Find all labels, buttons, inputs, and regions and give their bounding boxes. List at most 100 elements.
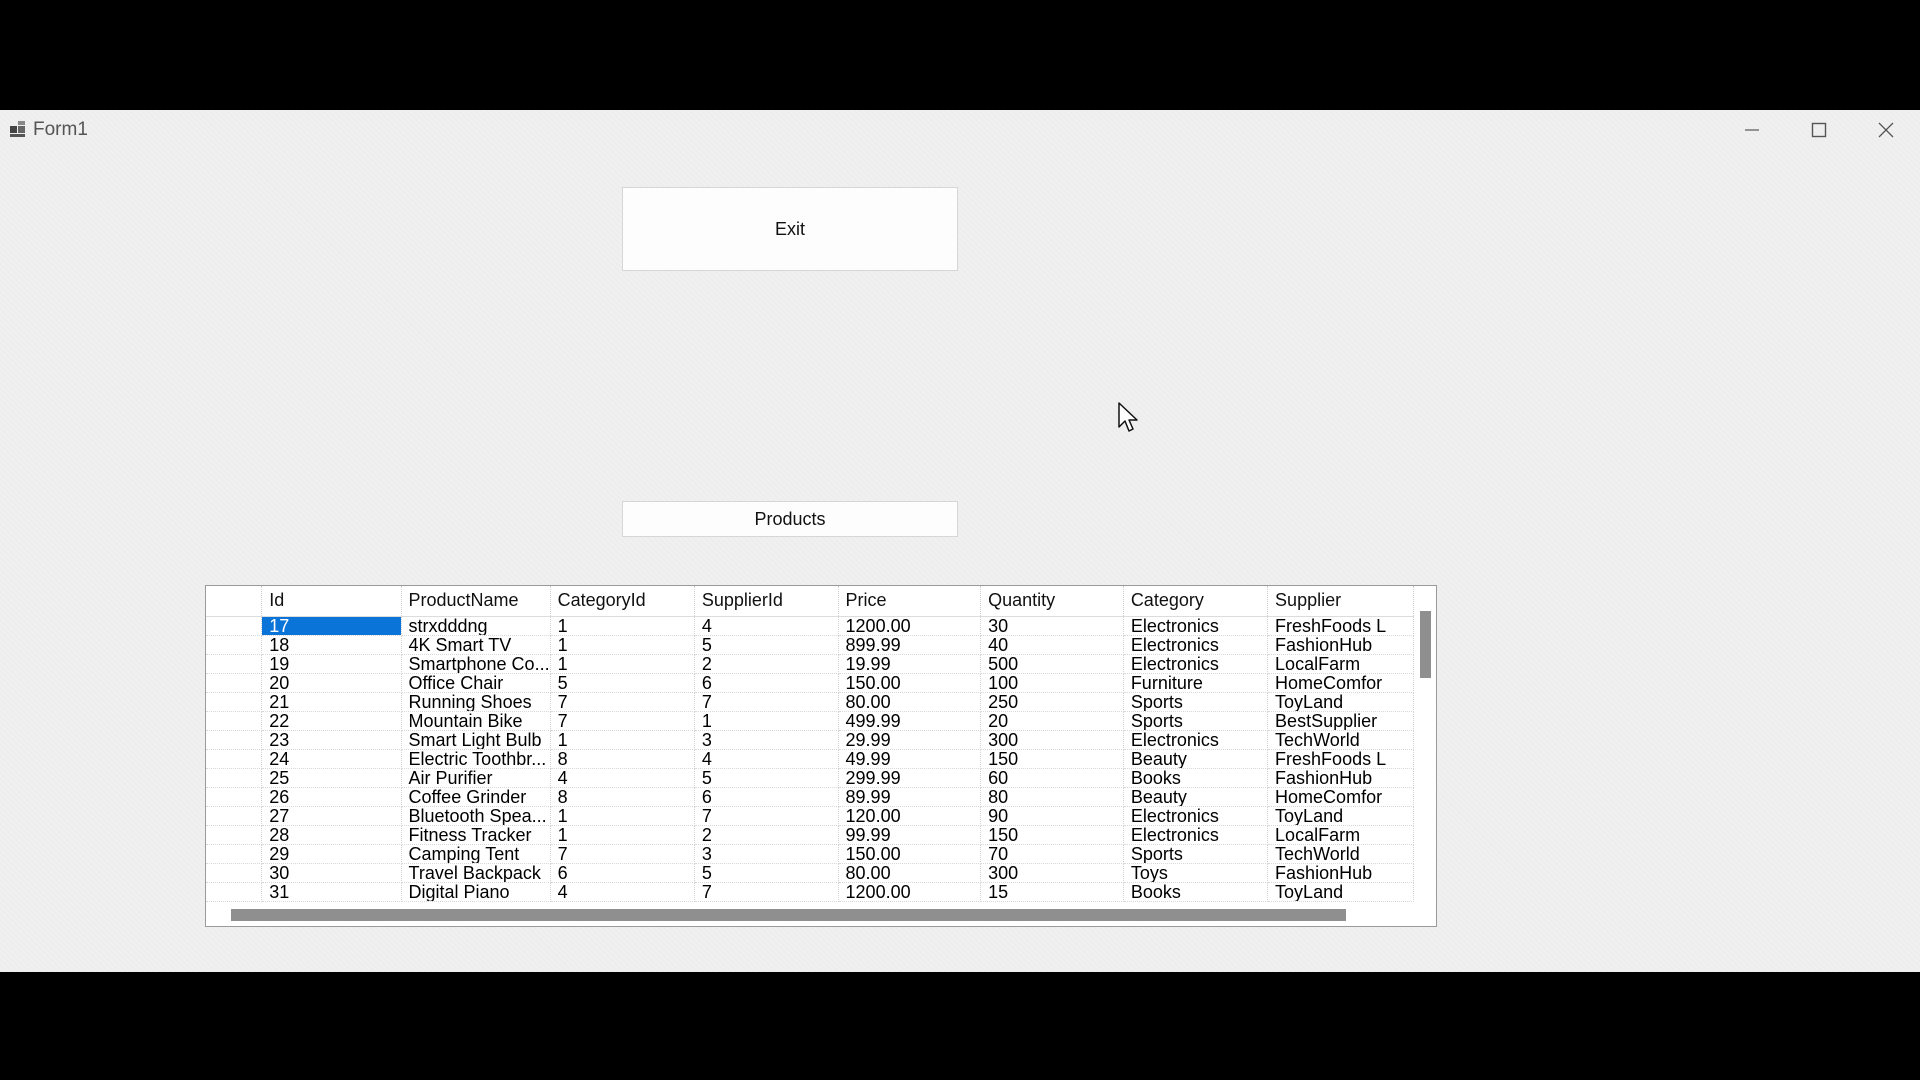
table-row[interactable]: 18 4K Smart TV 1 5 899.99 40 Electronics Fashio… (206, 635, 1414, 655)
table-cell[interactable]: 7 (550, 844, 695, 864)
table-cell[interactable]: Coffee Grinder (401, 787, 551, 807)
table-cell[interactable]: 19.99 (838, 654, 982, 674)
table-cell[interactable]: Office Chair (401, 673, 551, 693)
table-cell[interactable]: 80.00 (838, 692, 982, 712)
table-cell[interactable]: 300 (980, 863, 1124, 883)
column-header-quantity[interactable]: Quantity (980, 586, 1124, 617)
table-cell[interactable]: Mountain Bike (401, 711, 551, 731)
row-header[interactable] (206, 787, 263, 807)
table-cell[interactable]: 30 (980, 616, 1124, 636)
table-row[interactable]: 22 Mountain Bike 7 1 499.99 20 Sports BestSuppl… (206, 711, 1414, 731)
table-cell[interactable]: ToyLand (1267, 692, 1414, 712)
table-cell[interactable]: 8 (550, 787, 695, 807)
table-cell[interactable]: 1 (550, 825, 695, 845)
table-cell[interactable]: 7 (694, 692, 839, 712)
table-cell[interactable]: 20 (261, 673, 402, 693)
table-cell[interactable]: Digital Piano (401, 882, 551, 902)
table-cell[interactable]: Air Purifier (401, 768, 551, 788)
table-cell[interactable]: 7 (550, 711, 695, 731)
table-cell[interactable]: Toys (1123, 863, 1269, 883)
close-button[interactable] (1852, 110, 1920, 150)
row-header[interactable] (206, 806, 263, 826)
table-cell[interactable]: 80.00 (838, 863, 982, 883)
table-cell[interactable]: 100 (980, 673, 1124, 693)
table-cell[interactable]: 60 (980, 768, 1124, 788)
table-cell[interactable]: ToyLand (1267, 806, 1414, 826)
table-cell[interactable]: 4K Smart TV (401, 635, 551, 655)
table-cell[interactable]: 30 (261, 863, 402, 883)
table-cell[interactable]: 5 (550, 673, 695, 693)
table-cell[interactable]: Beauty (1123, 787, 1269, 807)
vertical-scrollbar[interactable] (1414, 586, 1436, 902)
title-bar[interactable]: Form1 (0, 110, 1920, 150)
table-cell[interactable]: 120.00 (838, 806, 982, 826)
table-cell[interactable]: Running Shoes (401, 692, 551, 712)
table-cell[interactable]: LocalFarm (1267, 825, 1414, 845)
table-cell[interactable]: Smart Light Bulb (401, 730, 551, 750)
table-cell[interactable]: 499.99 (838, 711, 982, 731)
table-cell[interactable]: 7 (694, 882, 839, 902)
row-header[interactable] (206, 882, 263, 902)
table-cell[interactable]: 4 (550, 882, 695, 902)
table-cell[interactable]: Sports (1123, 711, 1269, 731)
table-cell[interactable]: 90 (980, 806, 1124, 826)
table-row[interactable]: 17 strxdddng 1 4 1200.00 30 Electronics FreshFo… (206, 616, 1414, 636)
row-header[interactable] (206, 692, 263, 712)
table-cell[interactable]: 8 (550, 749, 695, 769)
table-cell[interactable]: 27 (261, 806, 402, 826)
table-cell[interactable]: Furniture (1123, 673, 1269, 693)
table-cell[interactable]: Smartphone Co... (401, 654, 551, 674)
table-cell[interactable]: 1 (550, 806, 695, 826)
table-cell[interactable]: TechWorld (1267, 730, 1414, 750)
table-cell[interactable]: HomeComfor (1267, 787, 1414, 807)
table-cell[interactable]: 40 (980, 635, 1124, 655)
minimize-button[interactable] (1718, 110, 1786, 150)
row-header[interactable] (206, 863, 263, 883)
table-cell[interactable]: 899.99 (838, 635, 982, 655)
row-header[interactable] (206, 825, 263, 845)
column-header-price[interactable]: Price (838, 586, 982, 617)
table-row[interactable]: 28 Fitness Tracker 1 2 99.99 150 Electronics Lo… (206, 825, 1414, 845)
row-header[interactable] (206, 635, 263, 655)
table-cell[interactable]: Electronics (1123, 825, 1269, 845)
table-cell[interactable]: 28 (261, 825, 402, 845)
table-row[interactable]: 23 Smart Light Bulb 1 3 29.99 300 Electronics T… (206, 730, 1414, 750)
table-cell[interactable]: ToyLand (1267, 882, 1414, 902)
row-header[interactable] (206, 711, 263, 731)
column-header-productname[interactable]: ProductName (401, 586, 551, 617)
row-header[interactable] (206, 616, 263, 636)
table-cell[interactable]: 300 (980, 730, 1124, 750)
table-cell[interactable]: 7 (694, 806, 839, 826)
table-cell[interactable]: 150.00 (838, 844, 982, 864)
table-cell[interactable]: 17 (261, 616, 402, 636)
horizontal-scrollbar[interactable] (206, 902, 1436, 926)
row-header[interactable] (206, 730, 263, 750)
table-cell[interactable]: 1 (550, 654, 695, 674)
column-header-supplier[interactable]: Supplier (1267, 586, 1414, 617)
table-cell[interactable]: 1200.00 (838, 882, 982, 902)
table-cell[interactable]: 150.00 (838, 673, 982, 693)
table-cell[interactable]: Travel Backpack (401, 863, 551, 883)
table-cell[interactable]: TechWorld (1267, 844, 1414, 864)
table-cell[interactable]: HomeComfor (1267, 673, 1414, 693)
table-cell[interactable]: Sports (1123, 844, 1269, 864)
products-button[interactable]: Products (622, 501, 958, 537)
table-row[interactable]: 26 Coffee Grinder 8 6 89.99 80 Beauty HomeComfo… (206, 787, 1414, 807)
table-row[interactable]: 19 Smartphone Co... 1 2 19.99 500 Electronics L… (206, 654, 1414, 674)
table-cell[interactable]: 21 (261, 692, 402, 712)
table-cell[interactable]: 70 (980, 844, 1124, 864)
table-cell[interactable]: Bluetooth Spea... (401, 806, 551, 826)
table-cell[interactable]: 1 (550, 616, 695, 636)
table-row[interactable]: 24 Electric Toothbr... 8 4 49.99 150 Beauty Fre… (206, 749, 1414, 769)
table-cell[interactable]: 1200.00 (838, 616, 982, 636)
table-cell[interactable]: 7 (550, 692, 695, 712)
table-cell[interactable]: 150 (980, 749, 1124, 769)
table-row[interactable]: 20 Office Chair 5 6 150.00 100 Furniture HomeCo… (206, 673, 1414, 693)
table-cell[interactable]: 6 (550, 863, 695, 883)
table-row[interactable]: 29 Camping Tent 7 3 150.00 70 Sports TechWorld (206, 844, 1414, 864)
table-cell[interactable]: FashionHub (1267, 863, 1414, 883)
table-cell[interactable]: 2 (694, 654, 839, 674)
table-cell[interactable]: Electronics (1123, 730, 1269, 750)
table-cell[interactable]: LocalFarm (1267, 654, 1414, 674)
column-header-id[interactable]: Id (261, 586, 402, 617)
